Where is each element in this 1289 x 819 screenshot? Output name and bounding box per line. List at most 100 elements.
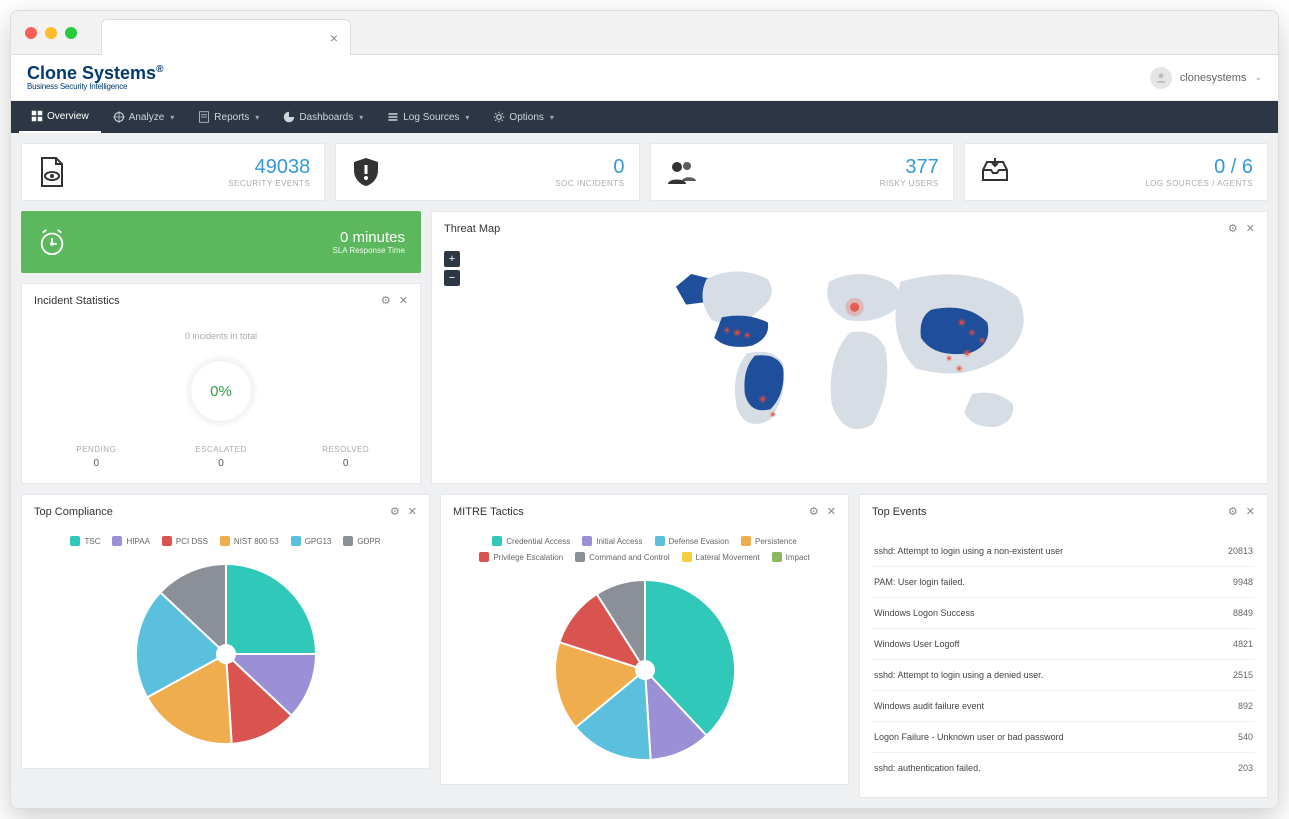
pie-chart-mitre	[545, 570, 745, 770]
list-icon	[387, 111, 399, 123]
legend-label: TSC	[84, 537, 100, 546]
incident-pending: PENDING 0	[34, 445, 159, 469]
legend-swatch	[772, 552, 782, 562]
logo-reg-mark: ®	[156, 64, 163, 75]
legend-swatch	[575, 552, 585, 562]
report-icon	[198, 111, 210, 123]
chevron-down-icon: ▾	[255, 113, 259, 122]
table-row[interactable]: Windows User Logoff4821	[872, 629, 1255, 660]
legend-item[interactable]: Command and Control	[575, 552, 669, 562]
close-icon[interactable]: ✕	[827, 505, 836, 518]
user-menu[interactable]: clonesystems ⌄	[1150, 67, 1262, 89]
zoom-out-button[interactable]: −	[444, 270, 460, 286]
gear-icon[interactable]: ⚙	[1228, 505, 1238, 518]
chevron-down-icon: ▾	[465, 113, 469, 122]
panel-title: Top Compliance	[34, 506, 113, 518]
stat-value: 0 / 6	[1145, 156, 1253, 179]
legend-swatch	[479, 552, 489, 562]
event-name: Logon Failure - Unknown user or bad pass…	[874, 732, 1064, 742]
stat-label: SOC INCIDENTS	[555, 179, 624, 188]
close-icon[interactable]: ✕	[399, 294, 408, 307]
legend-item[interactable]: Privilege Escalation	[479, 552, 563, 562]
event-count: 2515	[1233, 670, 1253, 680]
legend-item[interactable]: Defense Evasion	[655, 536, 729, 546]
tab-close-icon[interactable]: ×	[330, 30, 338, 46]
stat-security-events[interactable]: 49038 SECURITY EVENTS	[21, 143, 325, 201]
close-icon[interactable]: ✕	[1246, 222, 1255, 235]
pie-icon	[283, 111, 295, 123]
nav-label: Analyze	[129, 112, 165, 123]
window-minimize[interactable]	[45, 27, 57, 39]
gear-icon[interactable]: ⚙	[1228, 222, 1238, 235]
incident-subtitle: 0 incidents in total	[34, 331, 408, 341]
pie-slice[interactable]	[226, 564, 316, 654]
grid-icon	[31, 110, 43, 122]
col-label: RESOLVED	[283, 445, 408, 454]
legend-item[interactable]: TSC	[70, 536, 100, 546]
sla-value: 0 minutes	[333, 229, 405, 246]
legend-item[interactable]: PCI DSS	[162, 536, 208, 546]
stat-soc-incidents[interactable]: 0 SOC INCIDENTS	[335, 143, 639, 201]
legend-swatch	[682, 552, 692, 562]
panel-title: Incident Statistics	[34, 295, 120, 307]
table-row[interactable]: Windows Logon Success8849	[872, 598, 1255, 629]
legend-item[interactable]: GPG13	[291, 536, 332, 546]
legend-item[interactable]: HIPAA	[112, 536, 149, 546]
stat-log-sources[interactable]: 0 / 6 LOG SOURCES / AGENTS	[964, 143, 1268, 201]
nav-item-logsources[interactable]: Log Sources ▾	[375, 101, 481, 133]
nav-item-options[interactable]: Options ▾	[481, 101, 565, 133]
nav-item-overview[interactable]: Overview	[19, 101, 101, 133]
nav-item-reports[interactable]: Reports ▾	[186, 101, 271, 133]
browser-frame: × Clone Systems® Business Security Intel…	[10, 10, 1279, 809]
browser-chrome: ×	[11, 11, 1278, 55]
table-row[interactable]: sshd: Attempt to login using a denied us…	[872, 660, 1255, 691]
logo: Clone Systems® Business Security Intelli…	[27, 64, 163, 91]
col-value: 0	[283, 458, 408, 469]
gear-icon[interactable]: ⚙	[390, 505, 400, 518]
gauge-value: 0%	[210, 383, 232, 400]
nav-item-analyze[interactable]: Analyze ▾	[101, 101, 187, 133]
table-row[interactable]: PAM: User login failed.9948	[872, 567, 1255, 598]
legend-item[interactable]: Persistence	[741, 536, 797, 546]
stat-risky-users[interactable]: 377 RISKY USERS	[650, 143, 954, 201]
table-row[interactable]: Windows audit failure event892	[872, 691, 1255, 722]
col-label: PENDING	[34, 445, 159, 454]
pie-chart-compliance	[126, 554, 326, 754]
legend-swatch	[220, 536, 230, 546]
table-row[interactable]: sshd: Attempt to login using a non-exist…	[872, 536, 1255, 567]
legend-label: Defense Evasion	[669, 537, 729, 546]
content: 49038 SECURITY EVENTS 0 SOC INCIDENTS 37…	[11, 133, 1278, 808]
table-row[interactable]: Logon Failure - Unknown user or bad pass…	[872, 722, 1255, 753]
event-name: Windows audit failure event	[874, 701, 984, 711]
table-row[interactable]: sshd: authentication failed.203	[872, 753, 1255, 783]
close-icon[interactable]: ✕	[1246, 505, 1255, 518]
chevron-down-icon: ▾	[550, 113, 554, 122]
chevron-down-icon: ⌄	[1254, 72, 1262, 83]
chart-legend: TSC HIPAA PCI DSS NIST 800 53 GPG13 GDPR	[34, 536, 417, 546]
legend-label: GPG13	[305, 537, 332, 546]
browser-tab[interactable]: ×	[101, 19, 351, 55]
legend-swatch	[291, 536, 301, 546]
legend-swatch	[343, 536, 353, 546]
legend-item[interactable]: Impact	[772, 552, 810, 562]
legend-item[interactable]: Lateral Movement	[682, 552, 760, 562]
stat-label: SECURITY EVENTS	[228, 179, 310, 188]
stat-value: 49038	[228, 156, 310, 179]
window-close[interactable]	[25, 27, 37, 39]
window-maximize[interactable]	[65, 27, 77, 39]
event-count: 20813	[1228, 546, 1253, 556]
incident-resolved: RESOLVED 0	[283, 445, 408, 469]
legend-item[interactable]: NIST 800 53	[220, 536, 279, 546]
nav-item-dashboards[interactable]: Dashboards ▾	[271, 101, 375, 133]
world-map[interactable]	[444, 251, 1255, 445]
panel-title: MITRE Tactics	[453, 506, 524, 518]
legend-item[interactable]: Credential Access	[492, 536, 570, 546]
gear-icon[interactable]: ⚙	[381, 294, 391, 307]
close-icon[interactable]: ✕	[408, 505, 417, 518]
legend-item[interactable]: GDPR	[343, 536, 380, 546]
legend-label: Impact	[786, 553, 810, 562]
zoom-in-button[interactable]: +	[444, 251, 460, 267]
gear-icon[interactable]: ⚙	[809, 505, 819, 518]
panel-compliance: Top Compliance ⚙ ✕ TSC HIPAA PCI DSS NIST 80…	[21, 494, 430, 769]
legend-item[interactable]: Initial Access	[582, 536, 642, 546]
